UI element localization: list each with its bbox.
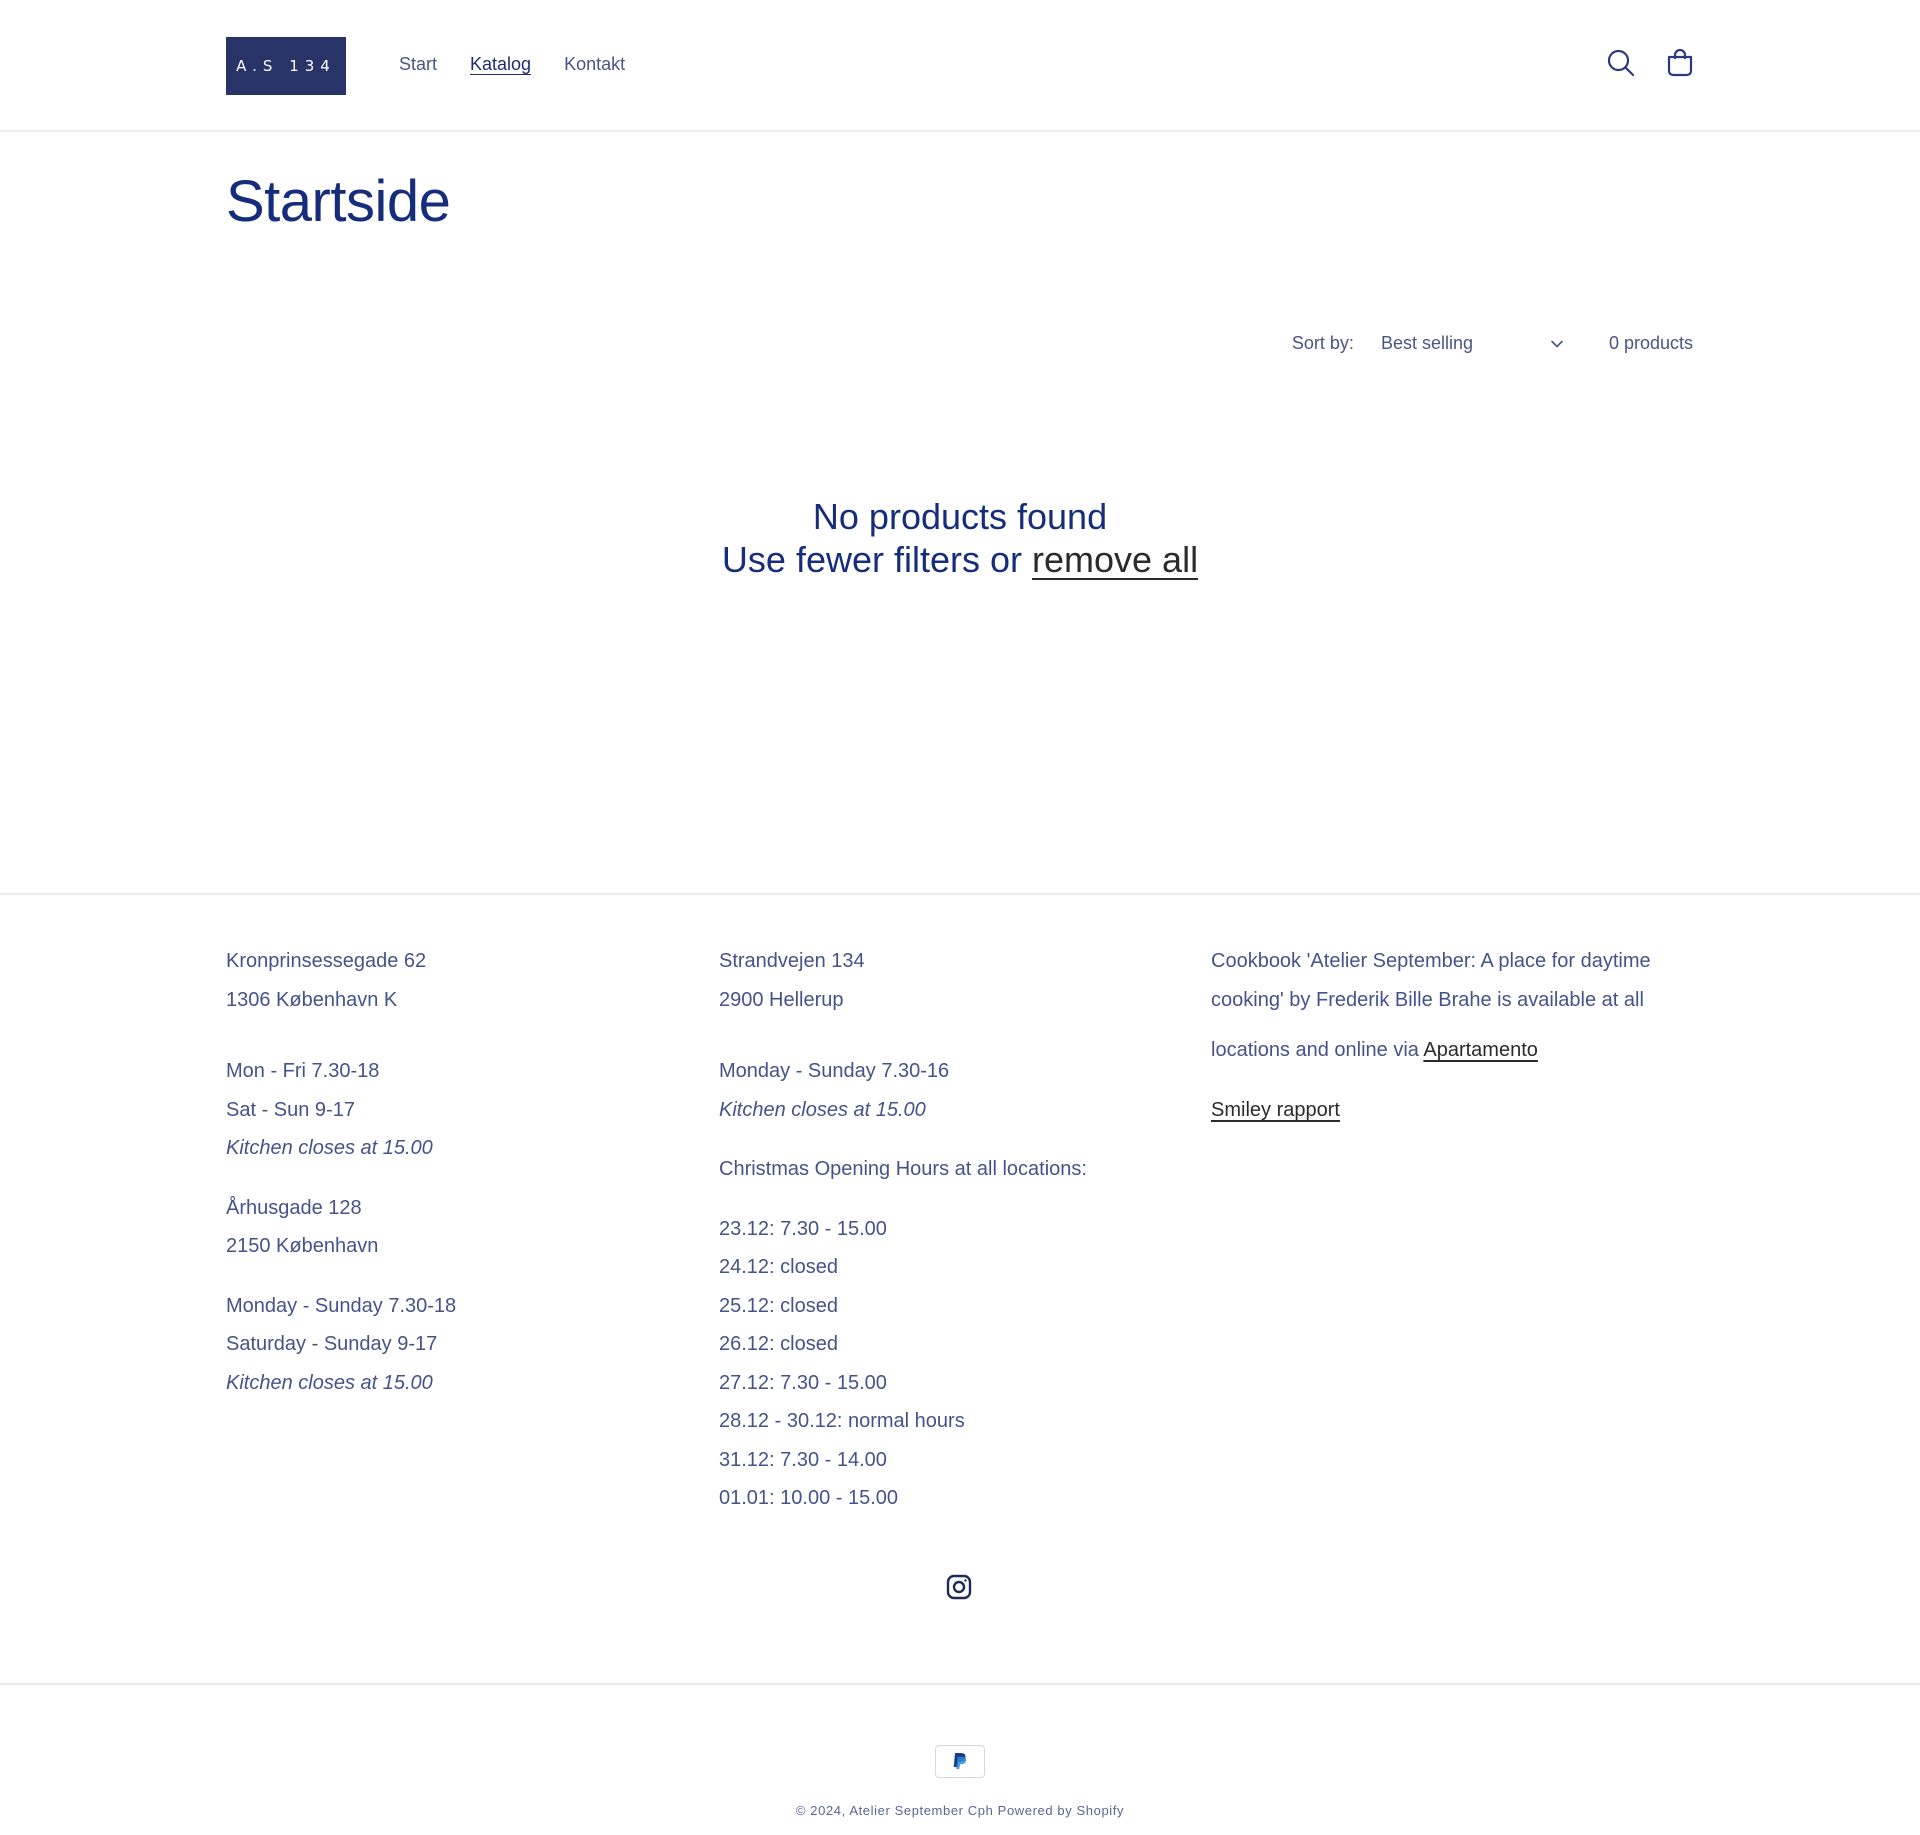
main-nav: Start Katalog Kontakt <box>399 54 625 75</box>
store-logo[interactable]: A.S 134 <box>226 37 346 95</box>
store-name-link[interactable]: Atelier September Cph <box>849 1803 993 1818</box>
cart-icon[interactable] <box>1664 47 1696 79</box>
remove-all-link[interactable]: remove all <box>1032 539 1198 580</box>
product-count: 0 products <box>1608 333 1693 353</box>
logo-text: A.S 134 <box>236 57 336 75</box>
footer-column-3: Cookbook 'Atelier September: A place for… <box>1211 942 1711 1130</box>
sort-bar: Sort by: Best selling 0 products <box>1292 333 1693 354</box>
christmas-hours-item: 01.01: 10.00 - 15.00 <box>719 1487 899 1509</box>
christmas-heading: Christmas Opening Hours at all locations… <box>719 1158 1087 1180</box>
search-icon[interactable] <box>1605 47 1637 79</box>
paypal-icon <box>935 1745 985 1778</box>
christmas-hours-item: 28.12 - 30.12: normal hours <box>719 1410 965 1432</box>
address-line: Århusgade 128 <box>226 1196 362 1219</box>
page-title: Startside <box>226 169 451 234</box>
powered-by-link[interactable]: Powered by Shopify <box>998 1803 1124 1818</box>
empty-state: No products found Use fewer filters or r… <box>0 495 1920 581</box>
address-line: 1306 København K <box>226 988 398 1011</box>
christmas-hours-item: 27.12: 7.30 - 15.00 <box>719 1371 887 1394</box>
kitchen-note: Kitchen closes at 15.00 <box>226 1371 433 1394</box>
cookbook-text-last: locations and online via Apartamento <box>1211 1031 1711 1070</box>
nav-item-kontakt[interactable]: Kontakt <box>564 54 625 75</box>
hours-line: Monday - Sunday 7.30-18 <box>226 1294 457 1317</box>
hours-line: Mon - Fri 7.30-18 <box>226 1060 380 1082</box>
address-line: Kronprinsessegade 62 <box>226 950 427 972</box>
nav-item-start[interactable]: Start <box>399 54 437 75</box>
instagram-icon[interactable] <box>944 1572 974 1602</box>
hours-line: Monday - Sunday 7.30-16 <box>719 1060 950 1082</box>
copyright-prefix: © 2024, <box>795 1803 846 1818</box>
hours-line: Sat - Sun 9-17 <box>226 1098 355 1121</box>
empty-subtitle-text: Use fewer filters or <box>721 539 1022 580</box>
kitchen-note: Kitchen closes at 15.00 <box>226 1137 433 1159</box>
nav-item-katalog[interactable]: Katalog <box>470 54 531 75</box>
address-line: 2900 Hellerup <box>719 988 844 1011</box>
christmas-hours-item: 25.12: closed <box>719 1294 838 1317</box>
christmas-hours-item: 31.12: 7.30 - 14.00 <box>719 1448 887 1471</box>
kitchen-note: Kitchen closes at 15.00 <box>719 1098 926 1121</box>
footer-column-1: Kronprinsessegade 62 1306 København K Mo… <box>226 942 456 1402</box>
hours-line: Saturday - Sunday 9-17 <box>226 1333 438 1355</box>
sort-select[interactable]: Best selling <box>1381 333 1564 354</box>
site-header: A.S 134 Start Katalog Kontakt <box>0 0 1920 132</box>
empty-title: No products found <box>812 496 1108 537</box>
cookbook-text: Cookbook 'Atelier September: A place for… <box>1211 950 1651 972</box>
sort-selected-value: Best selling <box>1380 333 1473 353</box>
sort-label: Sort by: <box>1291 333 1354 353</box>
address-line: 2150 København <box>226 1235 379 1257</box>
copyright: © 2024, Atelier September Cph Powered by… <box>0 1803 1920 1818</box>
cookbook-text: cooking' by Frederik Bille Brahe is avai… <box>1211 989 1644 1011</box>
christmas-hours-item: 26.12: closed <box>719 1333 838 1355</box>
footer-column-2: Strandvejen 134 2900 Hellerup Monday - S… <box>719 942 1087 1518</box>
christmas-hours-item: 23.12: 7.30 - 15.00 <box>719 1217 887 1240</box>
apartamento-link[interactable]: Apartamento <box>1423 1039 1538 1061</box>
address-line: Strandvejen 134 <box>719 950 865 972</box>
empty-subtitle: Use fewer filters or remove all <box>0 538 1920 581</box>
smiley-rapport-link[interactable]: Smiley rapport <box>1211 1099 1340 1121</box>
cookbook-text: locations and online via <box>1211 1039 1419 1061</box>
footer-bottom-divider <box>0 1683 1920 1685</box>
chevron-down-icon <box>1551 340 1563 347</box>
christmas-hours-item: 24.12: closed <box>719 1256 838 1278</box>
footer-divider <box>0 893 1920 895</box>
